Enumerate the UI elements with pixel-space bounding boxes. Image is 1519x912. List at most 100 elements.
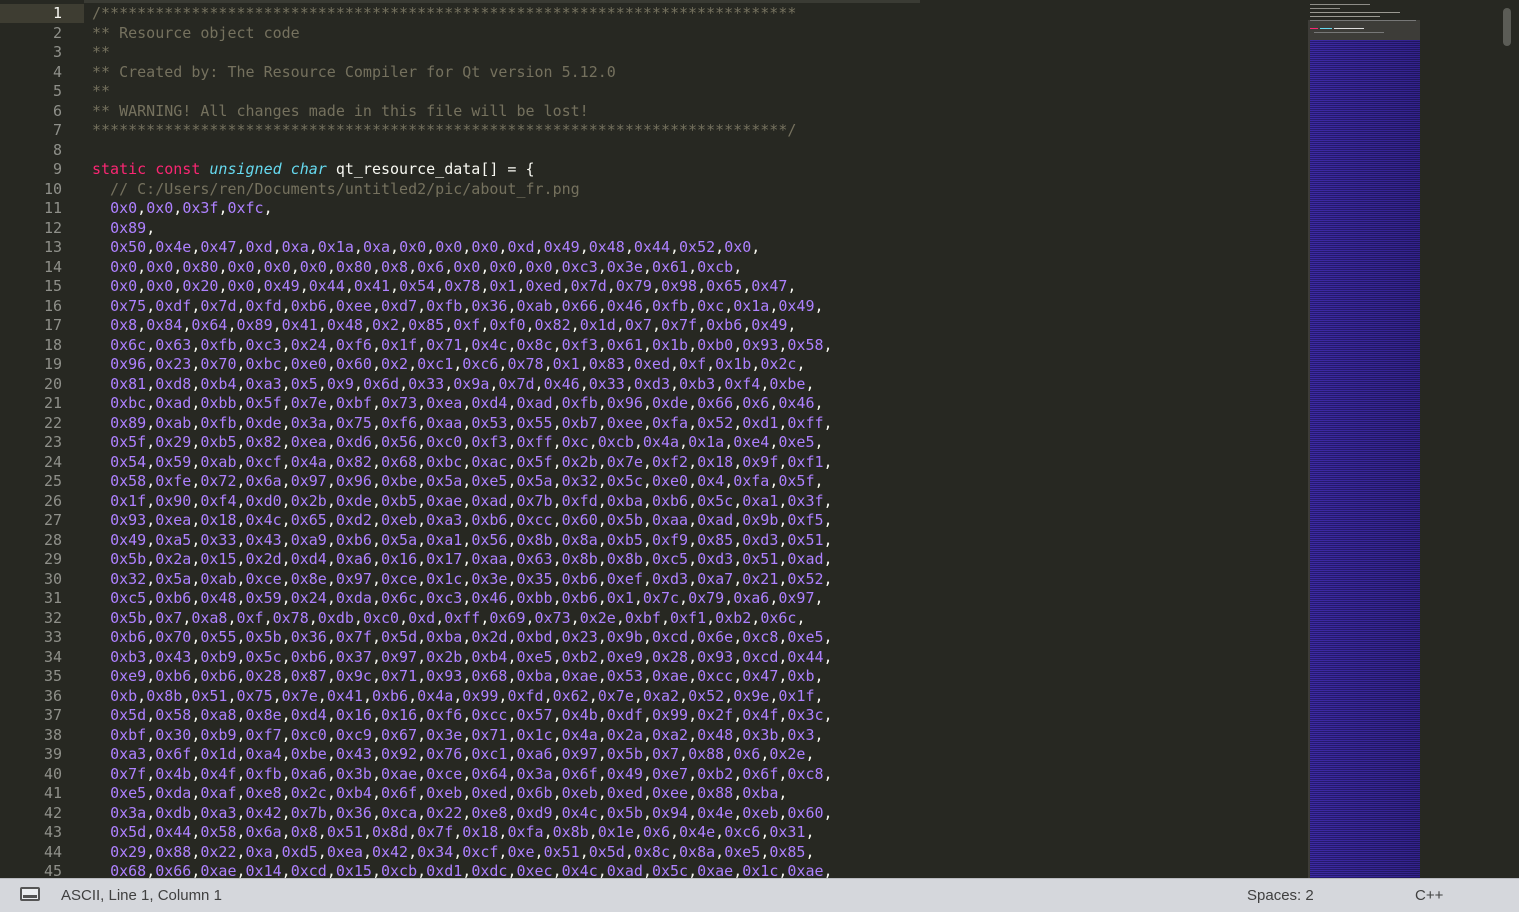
- line-number: 33: [43, 628, 62, 646]
- line-number: 12: [43, 218, 62, 237]
- code-line: 0x8,0x84,0x64,0x89,0x41,0x48,0x2,0x85,0x…: [110, 316, 797, 334]
- line-number: 44: [43, 842, 62, 861]
- line-number: 13: [43, 238, 62, 256]
- line-number: 7: [52, 121, 62, 139]
- code-line: ** Created by: The Resource Compiler for…: [92, 63, 616, 83]
- line-number: 22: [43, 413, 62, 432]
- code-token: char: [290, 160, 327, 178]
- line-number: 26: [43, 491, 62, 510]
- code-line: 0x93,0xea,0x18,0x4c,0x65,0xd2,0xeb,0xa3,…: [110, 511, 833, 529]
- code-line: **: [92, 43, 110, 63]
- scrollbar-thumb[interactable]: [1503, 8, 1511, 46]
- line-number: 27: [43, 511, 62, 529]
- indentation-setting[interactable]: Spaces: 2: [1247, 887, 1314, 904]
- line-number-gutter: 1 2 3 4 5 6 7 8 9 10 11 12 13 14 15 16 17 18 19 20 21 22 23 24 2…: [0, 0, 84, 878]
- line-number: 2: [52, 23, 62, 42]
- code-line: 0x50,0x4e,0x47,0xd,0xa,0x1a,0xa,0x0,0x0,…: [110, 238, 761, 256]
- code-line: 0x5f,0x29,0xb5,0x82,0xea,0xd6,0x56,0xc0,…: [110, 433, 824, 451]
- line-number: 24: [43, 452, 62, 471]
- code-token: ****************************************…: [92, 121, 797, 139]
- line-number: 41: [43, 784, 62, 802]
- code-line: 0xc5,0xb6,0x48,0x59,0x24,0xda,0x6c,0xc3,…: [110, 589, 824, 607]
- line-number: 11: [43, 199, 62, 217]
- line-number: 3: [52, 43, 62, 61]
- code-line: 0xbc,0xad,0xbb,0x5f,0x7e,0xbf,0x73,0xea,…: [110, 394, 824, 412]
- line-number: 21: [43, 394, 62, 412]
- line-number: 18: [43, 335, 62, 354]
- line-number: 25: [43, 472, 62, 490]
- line-number: 6: [52, 101, 62, 120]
- code-line: 0x75,0xdf,0x7d,0xfd,0xb6,0xee,0xd7,0xfb,…: [110, 296, 824, 315]
- code-line: 0x32,0x5a,0xab,0xce,0x8e,0x97,0xce,0x1c,…: [110, 569, 833, 588]
- line-number: 42: [43, 803, 62, 822]
- line-number: 10: [43, 179, 62, 198]
- code-area[interactable]: /***************************************…: [92, 0, 1302, 878]
- code-line: 0x5b,0x7,0xa8,0xf,0x78,0xdb,0xc0,0xd,0xf…: [110, 608, 806, 627]
- code-line: 0xe5,0xda,0xaf,0xe8,0x2c,0xb4,0x6f,0xeb,…: [110, 784, 788, 802]
- code-token: qt_resource_data[] = {: [335, 160, 535, 178]
- syntax-selector[interactable]: C++: [1415, 887, 1443, 904]
- code-line: 0x81,0xd8,0xb4,0xa3,0x5,0x9,0x6d,0x33,0x…: [110, 374, 815, 393]
- code-token: unsigned: [209, 160, 282, 178]
- line-number: 19: [43, 355, 62, 373]
- line-number: 14: [43, 257, 62, 276]
- code-line: 0x68,0x66,0xae,0x14,0xcd,0x15,0xcb,0xd1,…: [110, 862, 833, 878]
- code-line: 0xbf,0x30,0xb9,0xf7,0xc0,0xc9,0x67,0x3e,…: [110, 725, 824, 744]
- code-line: 0x0,0x0,0x3f,0xfc,: [110, 199, 273, 217]
- code-line: 0x29,0x88,0x22,0xa,0xd5,0xea,0x42,0x34,0…: [110, 842, 815, 861]
- code-line: 0xb,0x8b,0x51,0x75,0x7e,0x41,0xb6,0x4a,0…: [110, 686, 824, 705]
- minimap-header-preview: [1308, 2, 1420, 36]
- line-number: 15: [43, 277, 62, 295]
- code-token: const: [155, 160, 201, 178]
- line-number: 8: [52, 140, 62, 159]
- line-number: 28: [43, 530, 62, 549]
- line-number: 9: [52, 160, 62, 178]
- code-line: 0xa3,0x6f,0x1d,0xa4,0xbe,0x43,0x92,0x76,…: [110, 745, 815, 763]
- code-token: static: [92, 160, 147, 178]
- code-line: 0x89,: [110, 218, 156, 237]
- code-line: // C:/Users/ren/Documents/untitled2/pic/…: [92, 180, 580, 200]
- line-number: 5: [52, 82, 62, 100]
- vertical-scrollbar[interactable]: [1500, 0, 1519, 878]
- editor-pane[interactable]: 1 2 3 4 5 6 7 8 9 10 11 12 13 14 15 16 17 18 19 20 21 22 23 24 2…: [0, 0, 1519, 878]
- line-number: 37: [43, 706, 62, 724]
- minimap-hex-preview: [1310, 40, 1420, 878]
- code-line: 0x5d,0x44,0x58,0x6a,0x8,0x51,0x8d,0x7f,0…: [110, 823, 815, 841]
- line-number: 20: [43, 374, 62, 393]
- line-number: 39: [43, 745, 62, 763]
- line-number: 29: [43, 550, 62, 568]
- line-number: 43: [43, 823, 62, 841]
- line-number: 34: [43, 647, 62, 666]
- code-token: ** Resource object code: [92, 23, 300, 42]
- line-number: 31: [43, 589, 62, 607]
- status-bar: ASCII, Line 1, Column 1 Spaces: 2 C++: [0, 878, 1519, 912]
- code-token: ** Created by: The Resource Compiler for…: [92, 62, 616, 81]
- code-line: ** WARNING! All changes made in this fil…: [92, 102, 589, 122]
- code-token: **: [92, 43, 111, 61]
- code-token: ** WARNING! All changes made in this fil…: [92, 101, 589, 120]
- code-line: 0x6c,0x63,0xfb,0xc3,0x24,0xf6,0x1f,0x71,…: [110, 335, 833, 354]
- code-line: 0xb3,0x43,0xb9,0x5c,0xb6,0x37,0x97,0x2b,…: [110, 647, 833, 666]
- line-number: 23: [43, 433, 62, 451]
- code-line: 0x3a,0xdb,0xa3,0x42,0x7b,0x36,0xca,0x22,…: [110, 803, 833, 822]
- code-line: 0x49,0xa5,0x33,0x43,0xa9,0xb6,0x5a,0xa1,…: [110, 530, 833, 549]
- code-line: 0xb6,0x70,0x55,0x5b,0x36,0x7f,0x5d,0xba,…: [110, 628, 833, 646]
- code-line: 0x58,0xfe,0x72,0x6a,0x97,0x96,0xbe,0x5a,…: [110, 472, 824, 490]
- code-line: 0xe9,0xb6,0xb6,0x28,0x87,0x9c,0x71,0x93,…: [110, 667, 824, 685]
- code-token: // C:/Users/ren/Documents/untitled2/pic/…: [92, 179, 580, 198]
- minimap[interactable]: [1308, 0, 1500, 878]
- line-number: 45: [43, 862, 62, 878]
- panel-toggle-icon[interactable]: [20, 887, 40, 901]
- code-line: /***************************************…: [92, 4, 796, 24]
- line-number: 40: [43, 764, 62, 783]
- code-line: 0x54,0x59,0xab,0xcf,0x4a,0x82,0x68,0xbc,…: [110, 452, 833, 471]
- cursor-position: ASCII, Line 1, Column 1: [61, 887, 222, 904]
- line-number: 17: [43, 316, 62, 334]
- line-number: 4: [52, 62, 62, 81]
- line-number: 38: [43, 725, 62, 744]
- line-number: 35: [43, 667, 62, 685]
- code-line: 0x96,0x23,0x70,0xbc,0xe0,0x60,0x2,0xc1,0…: [110, 355, 806, 373]
- line-number: 1: [52, 4, 62, 22]
- line-number: 30: [43, 569, 62, 588]
- code-line: 0x5d,0x58,0xa8,0x8e,0xd4,0x16,0x16,0xf6,…: [110, 706, 833, 724]
